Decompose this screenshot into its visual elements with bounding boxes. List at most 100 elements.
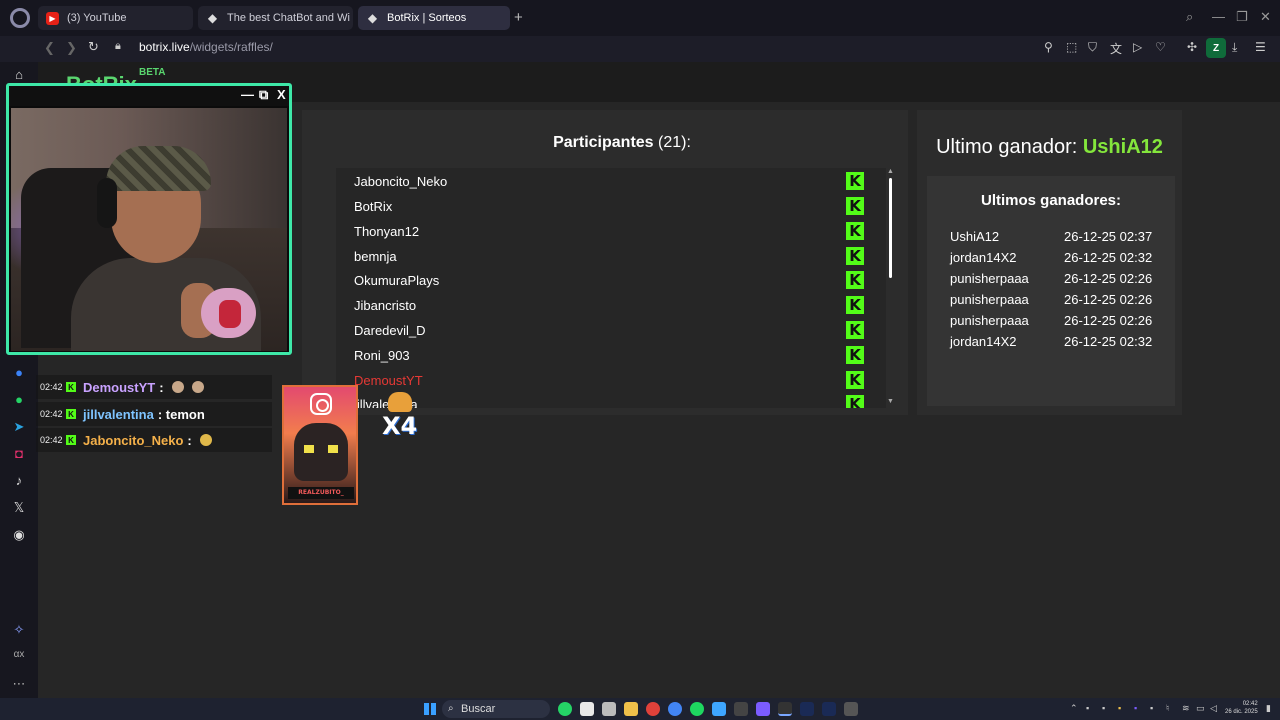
last-winner-heading: Ultimo ganador: UshiA12	[917, 136, 1182, 159]
whatsapp-icon[interactable]: ●	[10, 392, 28, 410]
opera-gx-app-icon[interactable]	[778, 702, 792, 716]
notifications-icon[interactable]: ▮	[1266, 703, 1271, 714]
tab-youtube[interactable]: ▶ (3) YouTube	[38, 6, 193, 30]
more-icon[interactable]: ⋯	[10, 676, 28, 694]
kick-badge-icon: K	[66, 409, 76, 419]
snapshot-icon[interactable]: ⬚	[1066, 40, 1077, 54]
x-icon[interactable]: 𝕏	[10, 500, 28, 518]
kick-icon: K	[846, 222, 864, 240]
display-icon[interactable]: ▭	[1196, 703, 1205, 714]
beta-badge: BETA	[139, 67, 166, 78]
app-icon[interactable]	[822, 702, 836, 716]
taskbar-clock[interactable]: 02:42 26 dic. 2025	[1225, 700, 1258, 716]
tab-botrix-raffles[interactable]: ◆ BotRix | Sorteos	[358, 6, 510, 30]
scroll-up-icon[interactable]: ▲	[887, 168, 894, 175]
emote-icon	[191, 381, 204, 393]
tab-botrix-home[interactable]: ◆ The best ChatBot and Wi	[198, 6, 353, 30]
task-view-icon[interactable]	[602, 702, 616, 716]
telegram-icon[interactable]: ➤	[10, 419, 28, 437]
winner-time: 26-12-25 02:32	[1064, 250, 1153, 265]
tray-icon[interactable]: ▪	[1118, 703, 1121, 713]
clock-time: 02:42	[1242, 701, 1258, 707]
lock-icon[interactable]: 🔒︎	[115, 40, 121, 53]
forward-button[interactable]: ❯	[66, 40, 77, 56]
app-icon[interactable]	[756, 702, 770, 716]
participants-scrollbar[interactable]: ▲ ▼	[886, 168, 896, 408]
tray-icon[interactable]: ▪	[1102, 703, 1105, 713]
mic-icon[interactable]: ♮	[1166, 703, 1169, 714]
discord-icon[interactable]: ◉	[10, 527, 28, 545]
spotify-app-icon[interactable]	[690, 702, 704, 716]
search-label: Buscar	[461, 703, 496, 715]
kick-icon: K	[846, 296, 864, 314]
messenger-icon[interactable]: ●	[10, 365, 28, 383]
participant-name: Jibancristo	[354, 298, 417, 313]
minimize-window-button[interactable]: —	[1212, 9, 1225, 24]
translate-icon[interactable]: 文	[1110, 40, 1122, 57]
search-tabs-icon[interactable]: ⌕	[1186, 9, 1193, 25]
adblock-icon[interactable]: ⛉	[1088, 40, 1097, 55]
tray-chevron-icon[interactable]: ⌃	[1070, 703, 1078, 714]
taskbar-search[interactable]: ⌕ Buscar	[442, 700, 550, 718]
windows-start-icon[interactable]	[424, 703, 436, 715]
extensions-icon[interactable]: ✣	[1187, 40, 1197, 54]
capcut-app-icon[interactable]	[734, 702, 748, 716]
tab-title: (3) YouTube	[67, 12, 127, 24]
back-button[interactable]: ❮	[44, 40, 55, 56]
chat-text: :	[159, 379, 164, 395]
tray-icon[interactable]: ▪	[1150, 703, 1153, 713]
menu-icon[interactable]: ☰	[1255, 40, 1266, 54]
tab-title: The best ChatBot and Wi	[227, 12, 350, 24]
pin-icon[interactable]: ⚲	[1044, 40, 1053, 54]
heart-icon[interactable]: ♡	[1155, 40, 1166, 54]
kick-icon: K	[846, 172, 864, 190]
emote-icon	[171, 381, 184, 393]
webcam-restore-button[interactable]: ⧉	[259, 87, 268, 103]
scrollbar-thumb[interactable]	[889, 178, 892, 278]
aria-icon[interactable]: ✧	[10, 622, 28, 640]
photoshop-app-icon[interactable]	[800, 702, 814, 716]
instagram-icon[interactable]: ◘	[10, 446, 28, 464]
webcam-window[interactable]: — ⧉ X	[6, 83, 292, 355]
tray-icon[interactable]: ▪	[1086, 703, 1089, 713]
profile-avatar[interactable]: Z	[1206, 38, 1226, 58]
emote-icon	[199, 434, 212, 446]
discord-app-icon[interactable]	[844, 702, 858, 716]
close-window-button[interactable]: ✕	[1260, 9, 1271, 25]
recent-winners-title: Ultimos ganadores:	[980, 192, 1122, 209]
opera-menu-icon[interactable]	[10, 8, 30, 28]
participants-list[interactable]: Jaboncito_Neko K BotRix K Thonyan12 K be…	[336, 168, 886, 408]
url-field[interactable]: botrix.live/widgets/raffles/	[139, 40, 273, 54]
crypto-wallet-icon[interactable]: αx	[10, 649, 28, 667]
opera-app-icon[interactable]	[646, 702, 660, 716]
file-explorer-icon[interactable]	[624, 702, 638, 716]
whatsapp-app-icon[interactable]	[558, 702, 572, 716]
reload-button[interactable]: ↻	[88, 39, 99, 55]
wifi-icon[interactable]: ≋	[1182, 703, 1190, 714]
play-icon[interactable]: ▷	[1133, 40, 1142, 54]
maximize-window-button[interactable]: ❐	[1236, 9, 1248, 25]
kick-icon: K	[846, 371, 864, 389]
url-path: /widgets/raffles/	[189, 40, 273, 54]
winner-time: 26-12-25 02:37	[1064, 229, 1153, 244]
kick-icon: K	[846, 346, 864, 364]
webcam-minimize-button[interactable]: —	[241, 87, 254, 102]
scroll-down-icon[interactable]: ▼	[887, 398, 894, 405]
new-tab-button[interactable]: +	[514, 9, 523, 26]
kick-badge-icon: K	[66, 435, 76, 445]
winner-time: 26-12-25 02:32	[1064, 334, 1153, 349]
chrome-app-icon[interactable]	[668, 702, 682, 716]
participant-name: Roni_903	[354, 348, 410, 363]
participant-name: Daredevil_D	[354, 323, 426, 338]
webcam-close-button[interactable]: X	[277, 87, 286, 102]
tray-icon[interactable]: ▪	[1134, 703, 1137, 713]
chat-time: 02:42	[40, 435, 63, 445]
recent-winners-box	[927, 176, 1175, 406]
tiktok-icon[interactable]: ♪	[10, 473, 28, 491]
download-icon[interactable]: ⤓	[1232, 40, 1237, 55]
edge-app-icon[interactable]	[712, 702, 726, 716]
calculator-app-icon[interactable]	[580, 702, 594, 716]
kick-badge-icon: K	[66, 382, 76, 392]
volume-icon[interactable]: ◁	[1210, 703, 1217, 714]
webcam-titlebar[interactable]: — ⧉ X	[9, 86, 289, 106]
